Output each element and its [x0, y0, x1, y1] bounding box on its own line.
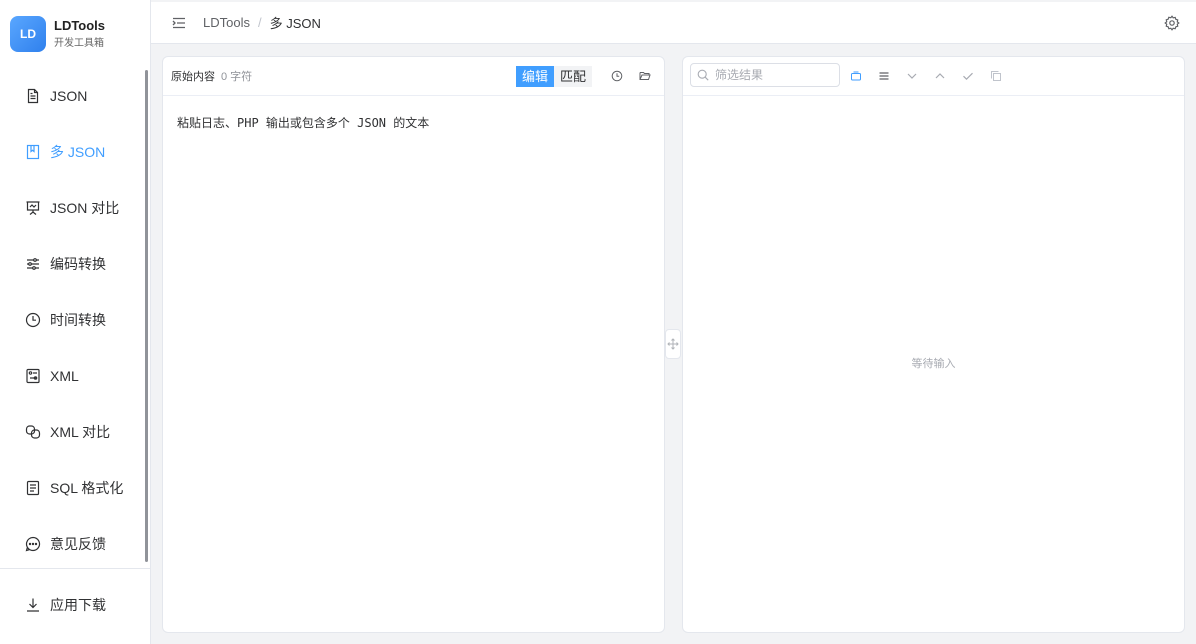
- document-icon: [24, 87, 42, 105]
- list-doc-icon: [24, 479, 42, 497]
- sidebar-item-xml[interactable]: XML: [0, 348, 146, 404]
- mode-switch: 编辑 匹配: [516, 66, 593, 87]
- sidebar-item-feedback[interactable]: 意见反馈: [0, 516, 146, 572]
- link-icon: [24, 423, 42, 441]
- sidebar-item-label: XML 对比: [50, 424, 111, 440]
- sidebar-item-download[interactable]: 应用下载: [0, 577, 146, 633]
- mode-match-button[interactable]: 匹配: [554, 66, 593, 87]
- sidebar-item-encoding[interactable]: 编码转换: [0, 236, 146, 292]
- sidebar-item-label: SQL 格式化: [50, 480, 124, 496]
- filter-search-input[interactable]: [715, 68, 825, 82]
- list-icon[interactable]: [877, 69, 891, 83]
- presentation-icon: [24, 199, 42, 217]
- sidebar-item-xml-diff[interactable]: XML 对比: [0, 404, 146, 460]
- empty-state-text: 等待输入: [911, 358, 956, 370]
- sidebar-item-label: 多 JSON: [50, 144, 106, 160]
- copy-icon[interactable]: [989, 69, 1003, 83]
- breadcrumb-root[interactable]: LDTools: [203, 15, 250, 30]
- chevron-down-icon[interactable]: [905, 69, 919, 83]
- check-icon[interactable]: [961, 69, 975, 83]
- sidebar-item-label: 编码转换: [50, 256, 106, 272]
- breadcrumb-separator: /: [257, 15, 262, 30]
- source-toolbar: 原始内容 0 字符 编辑 匹配: [163, 57, 664, 96]
- panel-resize-handle[interactable]: [665, 329, 681, 359]
- gear-icon[interactable]: [1164, 15, 1180, 31]
- sidebar-item-sql-format[interactable]: SQL 格式化: [0, 460, 146, 516]
- tag-box-icon: [24, 367, 42, 385]
- sidebar-item-json-diff[interactable]: JSON 对比: [0, 180, 146, 236]
- book-icon: [24, 143, 42, 161]
- chevron-up-icon[interactable]: [933, 69, 947, 83]
- sidebar-item-json[interactable]: JSON: [0, 68, 146, 124]
- collapse-card-icon[interactable]: [849, 69, 863, 83]
- folder-open-icon[interactable]: [638, 69, 652, 83]
- sidebar-item-multi-json[interactable]: 多 JSON: [0, 124, 146, 180]
- top-header: LDTools / 多 JSON: [151, 2, 1196, 44]
- sliders-icon: [24, 255, 42, 273]
- source-editor-placeholder[interactable]: 粘贴日志、PHP 输出或包含多个 JSON 的文本: [177, 114, 429, 131]
- char-count: 0 字符: [221, 71, 253, 83]
- sidebar-divider: [0, 568, 150, 569]
- clock-icon: [24, 311, 42, 329]
- source-panel: 原始内容 0 字符 编辑 匹配 粘贴日志、PHP 输出或包含多个 JSON 的文…: [162, 56, 665, 633]
- filter-search-box: [690, 63, 840, 87]
- results-panel: 等待输入: [682, 56, 1185, 633]
- app-subtitle: 开发工具箱: [54, 38, 104, 49]
- sidebar-item-label: 意见反馈: [50, 536, 106, 552]
- sidebar-item-label: JSON: [50, 88, 88, 104]
- app-name: LDTools: [54, 18, 106, 33]
- sidebar-item-label: JSON 对比: [50, 200, 120, 216]
- results-toolbar: [683, 57, 1184, 96]
- sidebar-scrollbar[interactable]: [145, 70, 148, 562]
- sidebar-nav: JSON 多 JSON JSON 对比 编码转换 时间转换 XML XML 对比…: [0, 68, 146, 572]
- history-icon[interactable]: [610, 69, 624, 83]
- sidebar-item-time[interactable]: 时间转换: [0, 292, 146, 348]
- mode-edit-button[interactable]: 编辑: [516, 66, 555, 87]
- sidebar-item-label: 应用下载: [50, 597, 106, 613]
- sidebar: LD LDTools 开发工具箱 JSON 多 JSON JSON 对比 编码转…: [0, 0, 151, 644]
- search-icon: [697, 69, 709, 81]
- chat-icon: [24, 535, 42, 553]
- breadcrumb-current: 多 JSON: [269, 16, 321, 31]
- sidebar-item-label: XML: [50, 368, 79, 384]
- app-logo: LD: [10, 16, 46, 52]
- download-icon: [24, 596, 42, 614]
- sidebar-item-label: 时间转换: [50, 312, 106, 328]
- brand[interactable]: LD LDTools 开发工具箱: [10, 16, 105, 52]
- breadcrumb: LDTools / 多 JSON: [203, 13, 321, 32]
- source-title: 原始内容: [171, 71, 215, 83]
- move-icon: [667, 338, 679, 350]
- menu-toggle-icon[interactable]: [171, 15, 187, 31]
